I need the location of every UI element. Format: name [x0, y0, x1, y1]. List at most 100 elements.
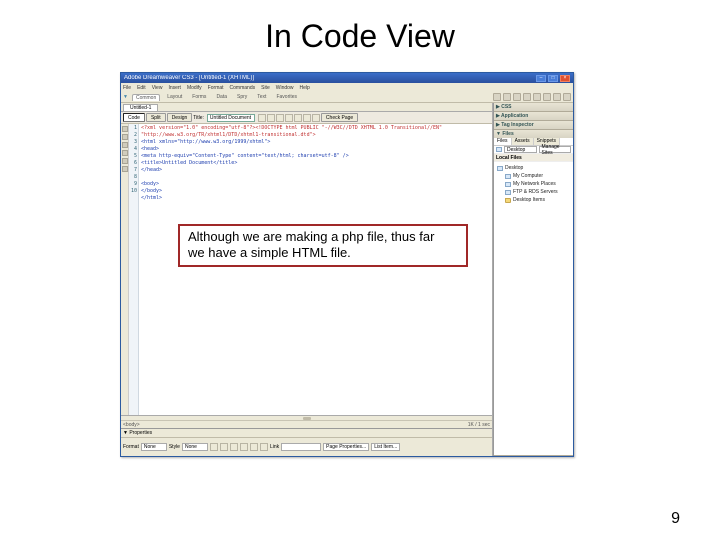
insertbar-tab-layout[interactable]: Layout [164, 94, 185, 100]
insert-icon[interactable] [563, 93, 571, 101]
annotation-callout: Although we are making a php file, thus … [178, 224, 468, 267]
properties-panel: ▼ Properties Format None Style None Link… [121, 428, 492, 456]
gutter-icon[interactable] [122, 150, 128, 156]
italic-icon[interactable] [220, 443, 228, 451]
page-properties-button[interactable]: Page Properties... [323, 443, 369, 451]
menu-format[interactable]: Format [208, 85, 224, 91]
tag-inspector-header[interactable]: ▶ Tag Inspector [494, 121, 573, 129]
application-panel-header[interactable]: ▶ Application [494, 112, 573, 120]
files-tab-files[interactable]: Files [494, 138, 512, 145]
align-icon[interactable] [240, 443, 248, 451]
tree-item[interactable]: Desktop Items [497, 196, 570, 204]
format-select[interactable]: None [141, 443, 167, 451]
maximize-icon[interactable]: □ [548, 75, 558, 82]
view-design-button[interactable]: Design [167, 113, 193, 122]
insert-icon[interactable] [543, 93, 551, 101]
insert-icon[interactable] [503, 93, 511, 101]
gutter-icon[interactable] [122, 126, 128, 132]
menu-window[interactable]: Window [276, 85, 294, 91]
titlebar-text: Adobe Dreamweaver CS3 - [Untitled-1 (XHT… [124, 75, 534, 81]
toolbar-icon[interactable] [312, 114, 320, 122]
insertbar-tab-text[interactable]: Text [254, 94, 269, 100]
list-item-button[interactable]: List Item... [371, 443, 400, 451]
tree-root[interactable]: Desktop [497, 164, 570, 172]
view-select[interactable]: Manage Sites [539, 146, 572, 153]
insertbar-tab-data[interactable]: Data [213, 94, 230, 100]
title-label: Title: [193, 115, 204, 121]
menu-commands[interactable]: Commands [230, 85, 256, 91]
files-tab-assets[interactable]: Assets [512, 138, 534, 145]
window-titlebar[interactable]: Adobe Dreamweaver CS3 - [Untitled-1 (XHT… [121, 73, 573, 83]
close-icon[interactable]: × [560, 75, 570, 82]
gutter-icon[interactable] [122, 158, 128, 164]
insertbar-tab-common[interactable]: Common [132, 94, 160, 101]
title-input[interactable]: Untitled Document [207, 114, 255, 122]
insertbar-tab-favorites[interactable]: Favorites [273, 94, 300, 100]
menu-view[interactable]: View [152, 85, 163, 91]
callout-line1: Although we are making a php file, thus … [188, 229, 434, 244]
menu-modify[interactable]: Modify [187, 85, 202, 91]
network-icon [505, 182, 511, 187]
document-tab[interactable]: Untitled-1 [123, 104, 158, 111]
toolbar-icon[interactable] [267, 114, 275, 122]
menu-help[interactable]: Help [300, 85, 310, 91]
toolbar-icon[interactable] [276, 114, 284, 122]
align-icon[interactable] [260, 443, 268, 451]
tag-selector[interactable]: <body> [123, 422, 140, 428]
status-filesize: 1K / 1 sec [468, 422, 490, 428]
minimize-icon[interactable]: – [536, 75, 546, 82]
document-area: Untitled-1 Code Split Design Title: Unti… [121, 103, 493, 456]
insertbar-tab-forms[interactable]: Forms [189, 94, 209, 100]
properties-header[interactable]: ▼ Properties [121, 429, 492, 438]
folder-icon [505, 198, 511, 203]
menu-site[interactable]: Site [261, 85, 270, 91]
toolbar-icon[interactable] [303, 114, 311, 122]
code-content[interactable]: <?xml version="1.0" encoding="utf-8"?><!… [139, 124, 492, 415]
files-panel-header[interactable]: ▼ Files [494, 130, 573, 138]
css-panel-header[interactable]: ▶ CSS [494, 103, 573, 111]
bold-icon[interactable] [210, 443, 218, 451]
gutter-icon[interactable] [122, 134, 128, 140]
menu-insert[interactable]: Insert [168, 85, 181, 91]
doc-tab-row: Untitled-1 [121, 103, 492, 112]
link-input[interactable] [281, 443, 321, 451]
tree-item[interactable]: FTP & RDS Servers [497, 188, 570, 196]
line-numbers: 12345678910 [129, 124, 139, 415]
insert-icon[interactable] [533, 93, 541, 101]
desktop-icon [496, 147, 502, 152]
properties-body: Format None Style None Link Page Propert… [121, 438, 492, 456]
insert-icon[interactable] [553, 93, 561, 101]
insert-icon[interactable] [523, 93, 531, 101]
menu-edit[interactable]: Edit [137, 85, 146, 91]
insertbar-tab-spry[interactable]: Spry [234, 94, 250, 100]
align-icon[interactable] [230, 443, 238, 451]
col-localfiles: Local Files [496, 155, 522, 161]
files-panel: ▼ Files Files Assets Snippets Desktop Ma… [494, 130, 573, 456]
site-select[interactable]: Desktop [504, 146, 537, 153]
right-panel-group: ▶ CSS ▶ Application ▶ Tag Inspector ▼ Fi… [493, 103, 573, 456]
gutter-icon[interactable] [122, 142, 128, 148]
files-tree[interactable]: Desktop My Computer My Network Places FT… [494, 162, 573, 206]
insert-icon[interactable] [493, 93, 501, 101]
main-area: Untitled-1 Code Split Design Title: Unti… [121, 103, 573, 456]
view-split-button[interactable]: Split [146, 113, 166, 122]
insert-icon[interactable] [513, 93, 521, 101]
tree-item[interactable]: My Network Places [497, 180, 570, 188]
toolbar-icon[interactable] [258, 114, 266, 122]
view-code-button[interactable]: Code [123, 113, 145, 122]
files-site-row: Desktop Manage Sites [494, 146, 573, 154]
page-number: 9 [671, 510, 680, 528]
ftp-icon [505, 190, 511, 195]
menu-file[interactable]: File [123, 85, 131, 91]
gutter-icon[interactable] [122, 166, 128, 172]
toolbar-icon[interactable] [285, 114, 293, 122]
align-icon[interactable] [250, 443, 258, 451]
code-editor[interactable]: 12345678910 <?xml version="1.0" encoding… [121, 124, 492, 415]
tag-inspector-panel: ▶ Tag Inspector [494, 121, 573, 130]
tree-item[interactable]: My Computer [497, 172, 570, 180]
toolbar-icon[interactable] [294, 114, 302, 122]
callout-line2: we have a simple HTML file. [188, 245, 351, 260]
check-page-button[interactable]: Check Page [321, 113, 358, 122]
files-column-header[interactable]: Local Files [494, 154, 573, 162]
style-select[interactable]: None [182, 443, 208, 451]
